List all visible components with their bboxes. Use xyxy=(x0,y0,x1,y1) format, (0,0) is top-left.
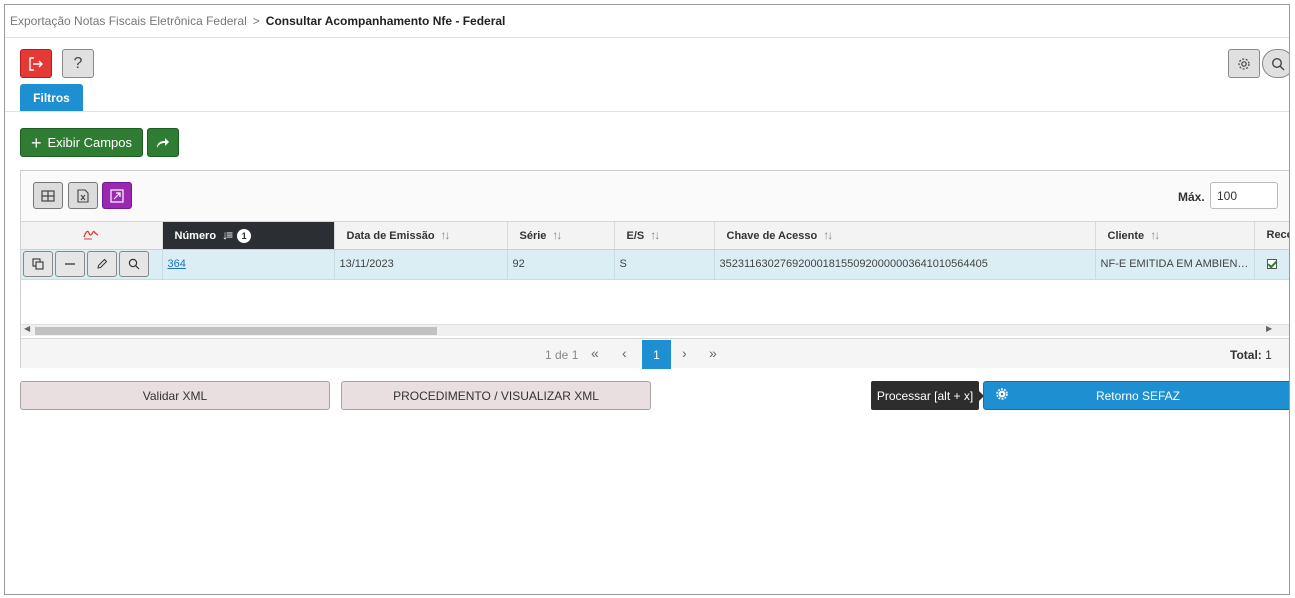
total-value: 1 xyxy=(1265,348,1272,362)
scrollbar-thumb[interactable] xyxy=(35,327,437,335)
search-button[interactable] xyxy=(1262,49,1289,78)
max-input[interactable] xyxy=(1210,182,1278,209)
sort-icon: ↑↓ xyxy=(650,228,660,243)
exit-button[interactable] xyxy=(20,49,52,78)
column-header-chave-acesso[interactable]: Chave de Acesso ↑↓ xyxy=(714,222,1096,250)
exit-icon xyxy=(29,56,43,71)
divider xyxy=(5,111,1289,112)
cell-numero[interactable]: 364 xyxy=(162,249,335,280)
excel-file-icon xyxy=(77,188,89,203)
expand-button[interactable] xyxy=(102,182,132,209)
gear-icon xyxy=(1238,57,1250,70)
sort-desc-icon: ↓≡ xyxy=(222,227,233,242)
pencil-icon xyxy=(97,258,108,269)
cell-data-emissao: 13/11/2023 xyxy=(334,249,508,280)
breadcrumb-separator: > xyxy=(252,14,260,28)
pagination: 1 de 1 « ‹ 1 › » Total: 1 xyxy=(21,338,1289,369)
column-header-es[interactable]: E/S ↑↓ xyxy=(614,222,715,250)
signature-icon xyxy=(83,230,99,240)
first-page-icon[interactable]: « xyxy=(591,345,599,361)
next-page-icon[interactable]: › xyxy=(682,345,687,361)
exibir-campos-button[interactable]: + Exibir Campos xyxy=(20,128,143,157)
cell-cliente: NF-E EMITIDA EM AMBIENTE DE HOMOLOGACAO … xyxy=(1095,249,1255,280)
sort-icon: ↑↓ xyxy=(552,228,562,243)
column-header-numero[interactable]: Número ↓≡ 1 xyxy=(162,222,335,250)
column-header-serie[interactable]: Série ↑↓ xyxy=(507,222,615,250)
remove-row-button[interactable] xyxy=(55,251,85,277)
grid-icon xyxy=(41,189,55,202)
current-page-button[interactable]: 1 xyxy=(642,340,671,369)
divider xyxy=(5,37,1289,38)
processar-tooltip: Processar [alt + x] xyxy=(871,381,984,410)
column-header-label: Série xyxy=(519,230,547,243)
share-button[interactable] xyxy=(147,128,179,157)
share-arrow-icon xyxy=(157,137,169,148)
export-excel-button[interactable] xyxy=(68,182,98,209)
settings-button[interactable] xyxy=(1228,49,1260,78)
search-icon xyxy=(128,258,140,270)
max-label: Máx. xyxy=(1178,190,1205,204)
cell-es: S xyxy=(614,249,715,280)
tab-filtros[interactable]: Filtros xyxy=(20,84,83,111)
expand-icon xyxy=(110,188,124,203)
help-button[interactable]: ? xyxy=(62,49,94,78)
view-row-button[interactable] xyxy=(119,251,149,277)
gear-icon xyxy=(996,388,1008,400)
numero-link[interactable]: 364 xyxy=(168,258,186,270)
exibir-campos-label: Exibir Campos xyxy=(47,135,133,150)
cell-chave-acesso: 3523116302769200018155092000000364101056… xyxy=(714,249,1096,280)
column-header-data-emissao[interactable]: Data de Emissão ↑↓ xyxy=(334,222,508,250)
plus-icon: + xyxy=(30,132,42,153)
breadcrumb-parent[interactable]: Exportação Notas Fiscais Eletrônica Fede… xyxy=(10,14,247,28)
scroll-left-icon[interactable]: ◀ xyxy=(24,324,30,333)
sort-order-badge: 1 xyxy=(237,228,252,243)
sort-icon: ↑↓ xyxy=(1150,228,1160,243)
sort-icon: ↑↓ xyxy=(823,228,833,243)
cell-serie: 92 xyxy=(507,249,615,280)
column-header-label: E/S xyxy=(626,230,645,243)
retorno-sefaz-label: Retorno SEFAZ xyxy=(1095,388,1181,403)
app-frame: Exportação Notas Fiscais Eletrônica Fede… xyxy=(4,4,1290,595)
grid-layout-button[interactable] xyxy=(33,182,63,209)
checked-checkbox[interactable] xyxy=(1266,259,1277,270)
row-actions-cell xyxy=(21,249,163,280)
grid-panel: Máx. Número ↓≡ 1 xyxy=(20,170,1290,369)
total-count: Total: 1 xyxy=(1230,348,1272,362)
validar-xml-button[interactable]: Validar XML xyxy=(20,381,330,410)
help-icon: ? xyxy=(73,54,83,72)
column-header-label: Número xyxy=(174,229,217,242)
data-table: Número ↓≡ 1 Data de Emissão ↑↓ Série ↑↓ E/S ↑… xyxy=(21,221,1290,338)
column-header-rece[interactable]: Rece xyxy=(1254,222,1290,250)
table-header-row: Número ↓≡ 1 Data de Emissão ↑↓ Série ↑↓ E/S ↑… xyxy=(21,222,1290,250)
cell-rece xyxy=(1254,249,1289,280)
horizontal-scrollbar[interactable]: ◀ ▶ xyxy=(21,324,1289,336)
column-header-label: Chave de Acesso xyxy=(726,230,818,243)
column-header-cliente[interactable]: Cliente ↑↓ xyxy=(1095,222,1255,250)
page-title: Consultar Acompanhamento Nfe - Federal xyxy=(265,14,506,28)
last-page-icon[interactable]: » xyxy=(709,345,717,361)
prev-page-icon[interactable]: ‹ xyxy=(622,345,627,361)
table-row[interactable]: 364 13/11/2023 92 S 35231163027692000181… xyxy=(21,249,1289,280)
total-label: Total: xyxy=(1230,348,1262,362)
breadcrumb: Exportação Notas Fiscais Eletrônica Fede… xyxy=(10,14,505,28)
scroll-right-icon[interactable]: ▶ xyxy=(1266,324,1272,333)
search-icon xyxy=(1271,57,1285,70)
procedimento-xml-button[interactable]: PROCEDIMENTO / VISUALIZAR XML xyxy=(341,381,651,410)
minus-icon xyxy=(65,263,75,265)
retorno-sefaz-button[interactable]: Retorno SEFAZ xyxy=(983,381,1289,410)
copy-row-button[interactable] xyxy=(23,251,53,277)
copy-icon xyxy=(32,258,44,270)
page-info: 1 de 1 xyxy=(545,348,579,362)
column-header-label: Cliente xyxy=(1107,230,1145,243)
edit-row-button[interactable] xyxy=(87,251,117,277)
column-header-label: Rece xyxy=(1266,229,1290,242)
column-header-actions xyxy=(21,222,163,250)
sort-icon: ↑↓ xyxy=(440,228,451,243)
column-header-label: Data de Emissão xyxy=(346,230,435,243)
